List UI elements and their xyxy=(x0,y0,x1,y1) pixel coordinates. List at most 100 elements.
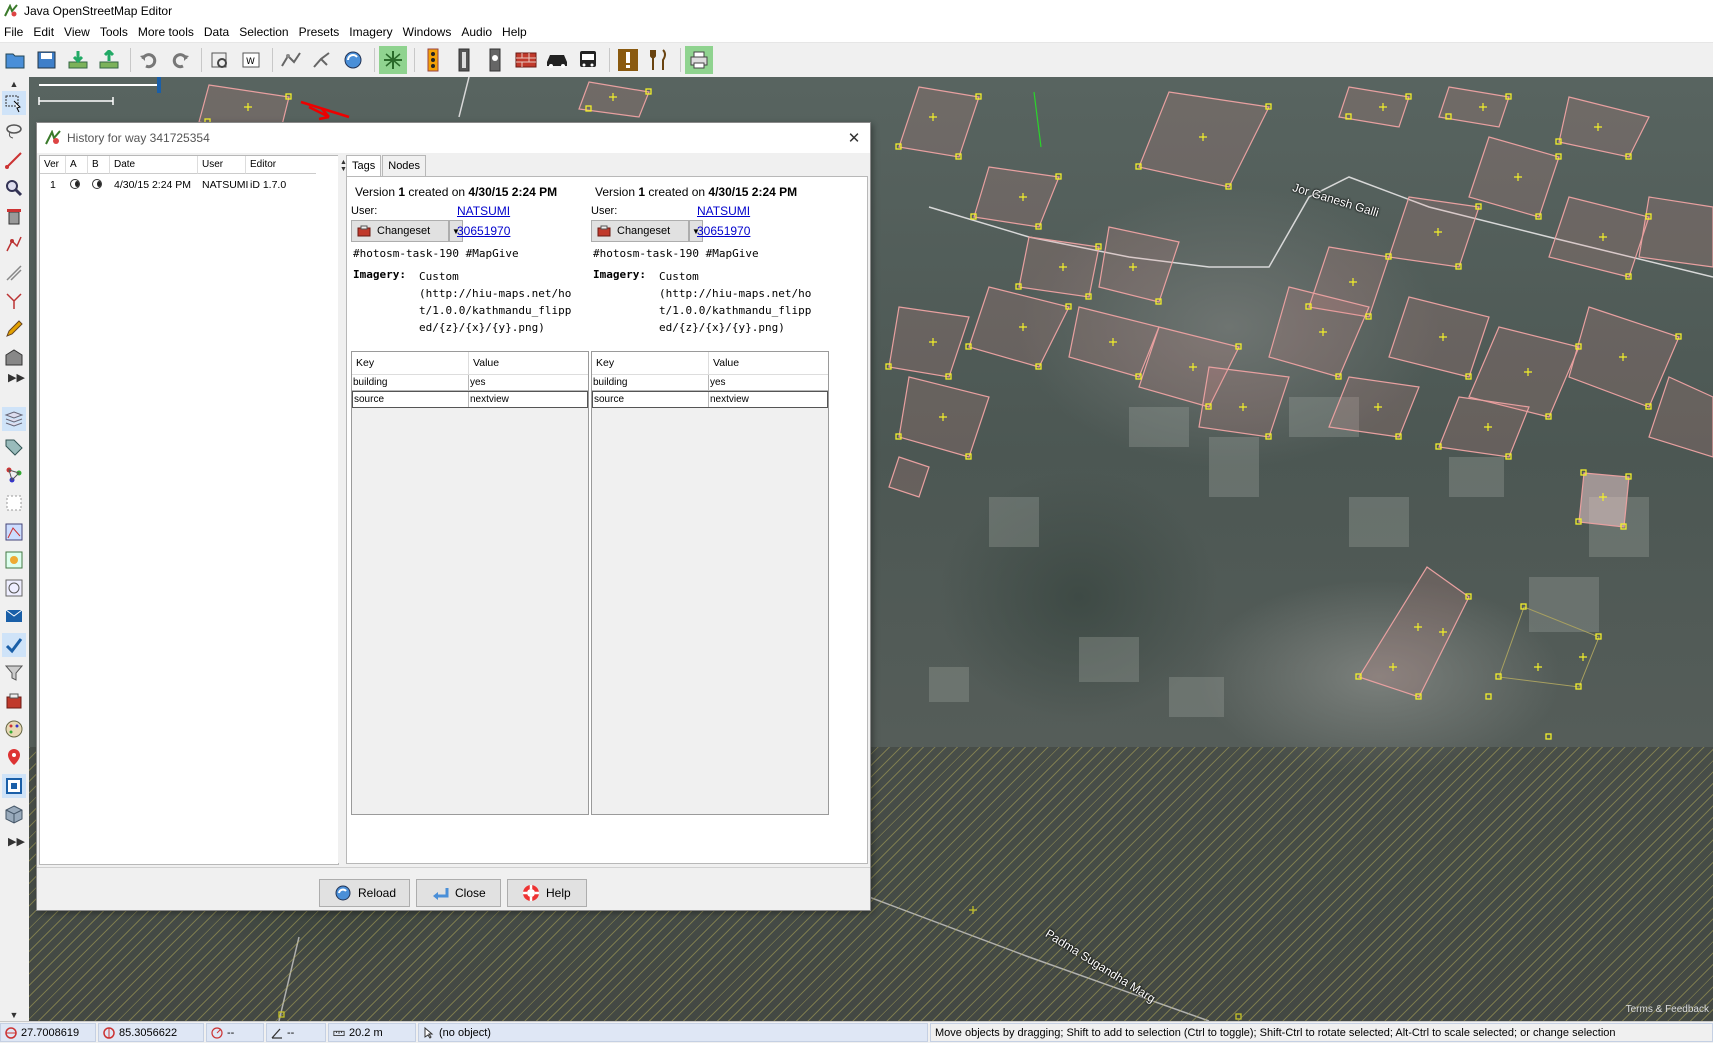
menu-windows[interactable]: Windows xyxy=(399,22,458,42)
wall-icon[interactable] xyxy=(512,46,540,74)
table-header: Ver A B Date User Editor xyxy=(40,156,338,174)
scroll-up-arrow-icon[interactable]: ▲ xyxy=(8,79,20,89)
split-pane-divider[interactable]: ▲ ▼ xyxy=(338,155,347,863)
row-editor: iD 1.7.0 xyxy=(250,179,287,191)
radio-a[interactable] xyxy=(70,179,80,189)
layers-panel-icon[interactable] xyxy=(2,407,26,431)
changeset-button[interactable]: Changeset xyxy=(351,220,449,242)
changeset-button[interactable]: Changeset xyxy=(591,220,689,242)
notes-panel-icon[interactable] xyxy=(2,745,26,769)
menu-tools[interactable]: Tools xyxy=(96,22,134,42)
amenity-icon[interactable] xyxy=(614,46,642,74)
tags-panel-icon[interactable] xyxy=(2,435,26,459)
toolbar-separator xyxy=(609,48,610,72)
tag-row[interactable]: building yes xyxy=(352,375,588,391)
menu-edit[interactable]: Edit xyxy=(29,22,60,42)
car-icon[interactable] xyxy=(543,46,571,74)
traffic-light-icon[interactable] xyxy=(419,46,447,74)
column-header-value[interactable]: Value xyxy=(469,352,586,374)
menu-more-tools[interactable]: More tools xyxy=(134,22,200,42)
preferences-icon[interactable] xyxy=(206,46,234,74)
bus-icon[interactable] xyxy=(574,46,602,74)
column-header-a[interactable]: A xyxy=(66,156,88,174)
column-header-b[interactable]: B xyxy=(88,156,110,174)
column-header-key[interactable]: Key xyxy=(352,352,469,374)
close-button[interactable]: Close xyxy=(416,879,501,907)
traffic-sign-icon[interactable] xyxy=(450,46,478,74)
column-header-date[interactable]: Date xyxy=(110,156,198,174)
validation-panel-icon[interactable] xyxy=(2,604,26,628)
more-panels-arrow-icon[interactable]: ▶▶ xyxy=(8,837,25,848)
menu-imagery[interactable]: Imagery xyxy=(345,22,398,42)
column-header-ver[interactable]: Ver xyxy=(40,156,66,174)
radio-b[interactable] xyxy=(92,179,102,189)
help-button[interactable]: Help xyxy=(507,879,587,907)
pencil-icon[interactable] xyxy=(2,317,26,341)
zoom-window-icon[interactable]: W xyxy=(237,46,265,74)
menu-help[interactable]: Help xyxy=(498,22,533,42)
column-header-editor[interactable]: Editor xyxy=(246,156,316,174)
user-link[interactable]: NATSUMI xyxy=(697,204,750,218)
tag-table: Key Value building yes source nextview xyxy=(591,351,829,815)
author-panel-icon[interactable] xyxy=(2,520,26,544)
conflict-panel-icon[interactable] xyxy=(2,576,26,600)
changeset-panel-icon[interactable] xyxy=(2,689,26,713)
selection-list-icon[interactable] xyxy=(2,491,26,515)
menu-presets[interactable]: Presets xyxy=(295,22,346,42)
tab-tags[interactable]: Tags xyxy=(346,155,382,178)
menu-selection[interactable]: Selection xyxy=(235,22,294,42)
more-tools-arrow-icon[interactable]: ▶▶ xyxy=(8,373,25,384)
delete-mode-icon[interactable] xyxy=(2,204,26,228)
street-lamp-icon[interactable] xyxy=(481,46,509,74)
user-link[interactable]: NATSUMI xyxy=(457,204,510,218)
parallel-way-icon[interactable] xyxy=(2,261,26,285)
select-mode-icon[interactable] xyxy=(2,91,26,115)
changeset-link[interactable]: 30651970 xyxy=(697,224,750,238)
minimap-panel-icon[interactable] xyxy=(2,774,26,798)
scroll-down-arrow-icon[interactable]: ▼ xyxy=(8,1010,20,1020)
commands-panel-icon[interactable] xyxy=(2,548,26,572)
zoom-mode-icon[interactable] xyxy=(2,176,26,200)
filter-panel-icon[interactable] xyxy=(2,661,26,685)
split-mode-icon[interactable] xyxy=(2,289,26,313)
relations-panel-icon[interactable] xyxy=(2,463,26,487)
3d-box-icon[interactable] xyxy=(2,802,26,826)
tag-row[interactable]: building yes xyxy=(592,375,828,391)
move-nodes-icon[interactable] xyxy=(379,46,407,74)
wireframe-icon[interactable] xyxy=(277,46,305,74)
redo-icon[interactable] xyxy=(166,46,194,74)
menu-audio[interactable]: Audio xyxy=(457,22,498,42)
lasso-mode-icon[interactable] xyxy=(2,119,26,143)
window-title-bar: Java OpenStreetMap Editor xyxy=(0,0,1713,22)
menu-file[interactable]: File xyxy=(0,22,29,42)
improve-way-icon[interactable] xyxy=(2,232,26,256)
terms-link[interactable]: Terms & Feedback xyxy=(1626,1004,1709,1015)
save-icon[interactable] xyxy=(33,46,61,74)
history-panel-icon[interactable] xyxy=(2,633,26,657)
open-file-icon[interactable] xyxy=(2,46,30,74)
menu-view[interactable]: View xyxy=(60,22,96,42)
restaurant-icon[interactable] xyxy=(645,46,673,74)
building-tool-icon[interactable] xyxy=(2,345,26,369)
download-icon[interactable] xyxy=(64,46,92,74)
reload-button[interactable]: Reload xyxy=(319,879,410,907)
tag-row[interactable]: source nextview xyxy=(352,391,588,408)
upload-icon[interactable] xyxy=(95,46,123,74)
tab-nodes[interactable]: Nodes xyxy=(382,155,427,176)
table-row[interactable]: 1 4/30/15 2:24 PM NATSUMI iD 1.7.0 xyxy=(40,176,338,194)
edit-mode-toolbar: ▲ ▶▶ ▶▶ ▼ xyxy=(0,77,30,1021)
menu-data[interactable]: Data xyxy=(200,22,235,42)
column-header-value[interactable]: Value xyxy=(709,352,826,374)
column-header-user[interactable]: User xyxy=(198,156,246,174)
map-paint-styles-icon[interactable] xyxy=(2,717,26,741)
draw-mode-icon[interactable] xyxy=(2,148,26,172)
tag-row[interactable]: source nextview xyxy=(592,391,828,408)
update-data-icon[interactable] xyxy=(339,46,367,74)
changeset-link[interactable]: 30651970 xyxy=(457,224,510,238)
column-header-key[interactable]: Key xyxy=(592,352,709,374)
close-icon[interactable]: ✕ xyxy=(844,128,864,148)
split-way-icon[interactable] xyxy=(308,46,336,74)
undo-icon[interactable] xyxy=(135,46,163,74)
tag-value: yes xyxy=(470,377,486,388)
print-icon[interactable] xyxy=(685,46,713,74)
